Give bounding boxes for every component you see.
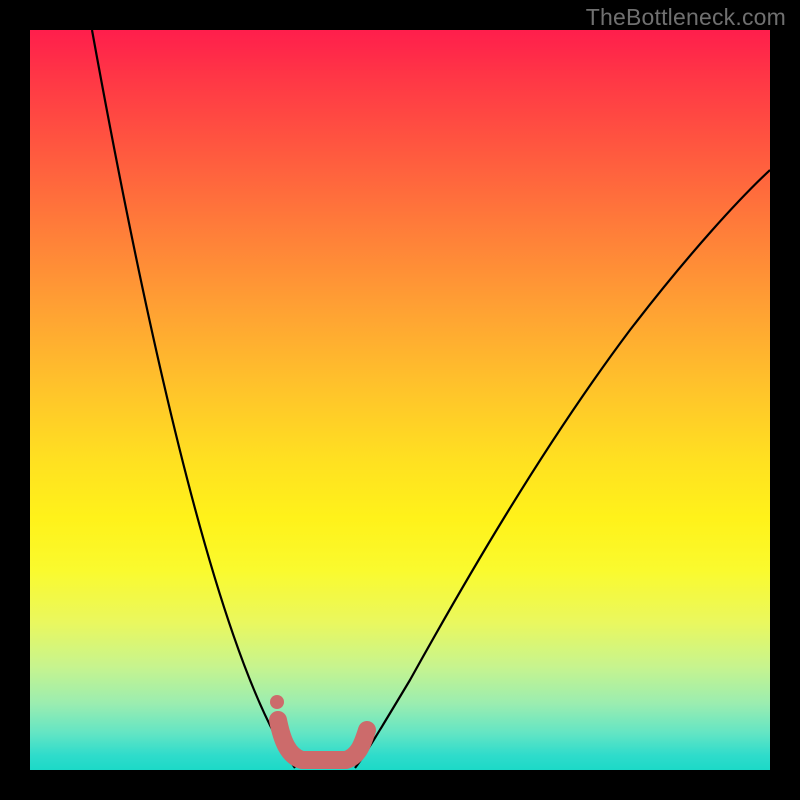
highlight-u bbox=[278, 720, 367, 760]
curve-layer bbox=[30, 30, 770, 770]
left-curve bbox=[92, 30, 295, 768]
chart-frame: TheBottleneck.com bbox=[0, 0, 800, 800]
highlight-dot bbox=[270, 695, 284, 709]
plot-area bbox=[30, 30, 770, 770]
watermark-text: TheBottleneck.com bbox=[586, 4, 786, 31]
right-curve bbox=[355, 170, 770, 768]
